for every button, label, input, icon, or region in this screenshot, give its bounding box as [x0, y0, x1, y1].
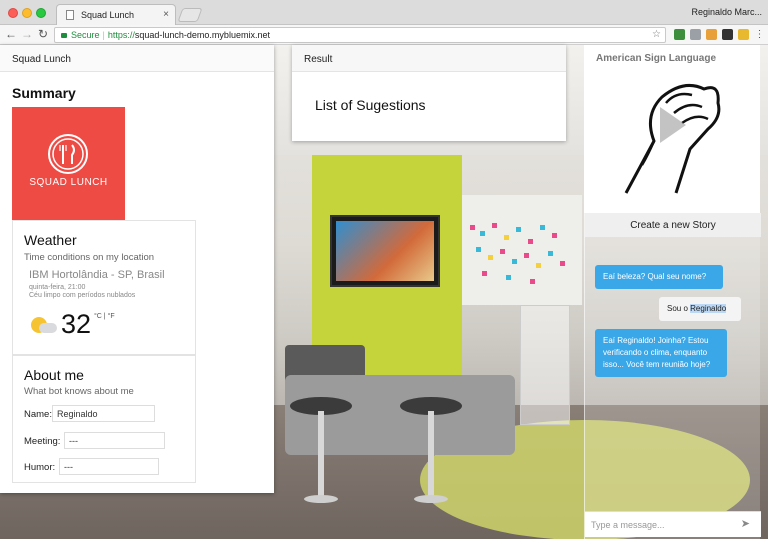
url-scheme: https://	[107, 30, 135, 40]
humor-label: Humor:	[24, 462, 56, 473]
send-icon[interactable]: ➤	[741, 517, 750, 530]
panel-header: Squad Lunch	[0, 45, 274, 72]
weather-title: Weather	[24, 232, 77, 248]
extension-icon[interactable]	[738, 29, 749, 40]
new-tab-button[interactable]	[177, 8, 203, 22]
url-host: squad-lunch-demo.mybluemix.net	[134, 30, 270, 40]
forward-arrow-icon[interactable]: →	[20, 27, 34, 41]
squad-lunch-logo: SQUAD LUNCH	[12, 107, 125, 220]
message-input[interactable]: Type a message...	[585, 511, 761, 537]
play-video-icon[interactable]	[660, 107, 686, 143]
name-label: Name:	[24, 409, 52, 420]
about-me-subtitle: What bot knows about me	[24, 386, 134, 397]
weather-date: quinta-feira, 21:00	[29, 284, 86, 291]
back-arrow-icon[interactable]: ←	[4, 27, 18, 41]
asl-panel: American Sign Language	[584, 45, 760, 213]
fork-knife-icon	[48, 134, 88, 174]
weather-location: IBM Hortolândia - SP, Brasil	[29, 269, 165, 281]
user-message-highlight: Reginaldo	[690, 304, 727, 313]
meeting-field[interactable]: ---	[64, 432, 165, 449]
reload-icon[interactable]: ↻	[36, 27, 50, 41]
user-message: Sou o Reginaldo	[659, 297, 741, 321]
about-me-title: About me	[24, 367, 84, 383]
summary-title: Summary	[12, 85, 76, 101]
tab-title: Squad Lunch	[81, 10, 135, 20]
suggestions-list-title: List of Sugestions	[315, 97, 426, 113]
scene-sticky-board	[462, 195, 582, 305]
scene-stool-foot	[304, 495, 338, 503]
name-field[interactable]: Reginaldo	[52, 405, 155, 422]
result-header: Result	[292, 45, 566, 72]
profile-name[interactable]: Reginaldo Marc...	[691, 7, 762, 17]
weather-card: Weather Time conditions on my location I…	[12, 220, 196, 355]
result-panel: Result List of Sugestions	[292, 45, 566, 141]
meeting-label: Meeting:	[24, 436, 61, 447]
temperature-units[interactable]: °C | °F	[94, 313, 115, 320]
tab-close-icon[interactable]: ×	[163, 9, 169, 20]
bookmark-star-icon[interactable]: ☆	[652, 29, 661, 40]
chat-panel: Create a new Story Eaí beleza? Qual seu …	[584, 213, 761, 539]
scene-stool-leg	[318, 411, 324, 501]
user-message-text: Sou o	[667, 304, 691, 313]
extension-icon[interactable]	[674, 29, 685, 40]
temperature-value: 32	[61, 309, 92, 339]
minimize-window-button[interactable]	[22, 8, 32, 18]
logo-text: SQUAD LUNCH	[29, 177, 108, 188]
browser-tab[interactable]: Squad Lunch ×	[56, 4, 176, 25]
scene-tv	[330, 215, 440, 287]
scene-stool-foot	[414, 495, 448, 503]
about-me-card: About me What bot knows about me Name: R…	[12, 355, 196, 483]
extension-icon[interactable]	[722, 29, 733, 40]
lock-icon	[61, 33, 67, 38]
browser-tab-bar: Squad Lunch × Reginaldo Marc...	[0, 0, 768, 25]
url-separator: |	[102, 30, 105, 40]
scene-glass-panel	[520, 305, 570, 425]
bot-message: Eaí beleza? Qual seu nome?	[595, 265, 723, 289]
chat-header: Create a new Story	[585, 213, 761, 237]
squad-lunch-panel: Squad Lunch Summary SQUAD LUNCH Weather …	[0, 45, 274, 493]
extension-icon[interactable]	[706, 29, 717, 40]
maximize-window-button[interactable]	[36, 8, 46, 18]
secure-label: Secure	[71, 30, 100, 40]
bot-message: Eaí Reginaldo! Joinha? Estou verificando…	[595, 329, 727, 377]
menu-dots-icon[interactable]: ⋮	[754, 29, 765, 40]
browser-toolbar: ← → ↻ Secure | https://squad-lunch-demo.my…	[0, 25, 768, 45]
weather-description: Céu limpo com períodos nublados	[29, 292, 136, 299]
scene-stool-leg	[428, 411, 434, 501]
cloud-icon	[39, 323, 57, 333]
humor-field[interactable]: ---	[59, 458, 159, 475]
weather-subtitle: Time conditions on my location	[24, 252, 155, 263]
page-icon	[66, 10, 74, 20]
address-bar[interactable]: Secure | https://squad-lunch-demo.mybluemi…	[54, 27, 666, 43]
extension-icon[interactable]	[690, 29, 701, 40]
close-window-button[interactable]	[8, 8, 18, 18]
